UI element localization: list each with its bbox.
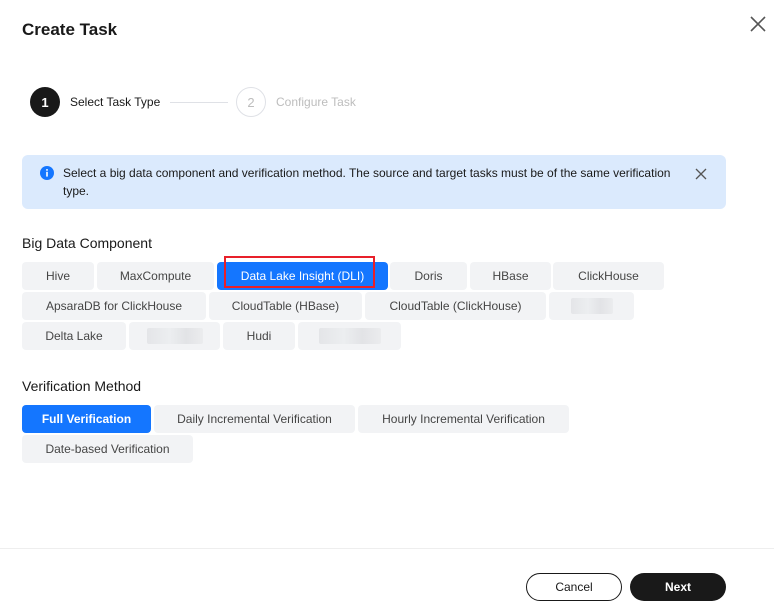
big-data-component-title: Big Data Component <box>22 235 152 251</box>
create-task-dialog: Create Task 1 Select Task Type 2 Configu… <box>0 0 774 604</box>
component-option-apsaradb-clickhouse[interactable]: ApsaraDB for ClickHouse <box>22 292 206 320</box>
component-option-hbase[interactable]: HBase <box>470 262 551 290</box>
component-option-hudi[interactable]: Hudi <box>223 322 295 350</box>
step-connector <box>170 102 228 103</box>
component-option-doris[interactable]: Doris <box>390 262 467 290</box>
method-option-date-based[interactable]: Date-based Verification <box>22 435 193 463</box>
component-option-clickhouse[interactable]: ClickHouse <box>553 262 664 290</box>
component-option-redacted-3[interactable] <box>298 322 401 350</box>
step-1-indicator: 1 <box>30 87 60 117</box>
redacted-label <box>318 328 381 344</box>
method-option-full[interactable]: Full Verification <box>22 405 151 433</box>
info-alert: Select a big data component and verifica… <box>22 155 726 209</box>
redacted-label <box>570 298 613 314</box>
component-option-maxcompute[interactable]: MaxCompute <box>97 262 214 290</box>
step-2-label: Configure Task <box>276 95 356 109</box>
stepper: 1 Select Task Type 2 Configure Task <box>30 87 390 119</box>
next-button[interactable]: Next <box>630 573 726 601</box>
component-option-cloudtable-clickhouse[interactable]: CloudTable (ClickHouse) <box>365 292 546 320</box>
alert-close-icon[interactable] <box>695 167 707 180</box>
cancel-button[interactable]: Cancel <box>526 573 622 601</box>
component-option-cloudtable-hbase[interactable]: CloudTable (HBase) <box>209 292 362 320</box>
method-option-daily-incremental[interactable]: Daily Incremental Verification <box>154 405 355 433</box>
component-option-redacted-1[interactable] <box>549 292 634 320</box>
step-2-indicator: 2 <box>236 87 266 117</box>
step-1-label: Select Task Type <box>70 95 161 109</box>
close-icon[interactable] <box>748 14 768 34</box>
footer-divider <box>0 548 774 549</box>
component-option-delta-lake[interactable]: Delta Lake <box>22 322 126 350</box>
dialog-title: Create Task <box>22 20 118 39</box>
method-option-hourly-incremental[interactable]: Hourly Incremental Verification <box>358 405 569 433</box>
info-icon <box>40 166 54 180</box>
component-option-redacted-2[interactable] <box>129 322 220 350</box>
verification-method-title: Verification Method <box>22 378 142 394</box>
component-option-hive[interactable]: Hive <box>22 262 94 290</box>
alert-message: Select a big data component and verifica… <box>63 166 671 198</box>
redacted-label <box>146 328 203 344</box>
component-option-dli[interactable]: Data Lake Insight (DLI) <box>217 262 388 290</box>
